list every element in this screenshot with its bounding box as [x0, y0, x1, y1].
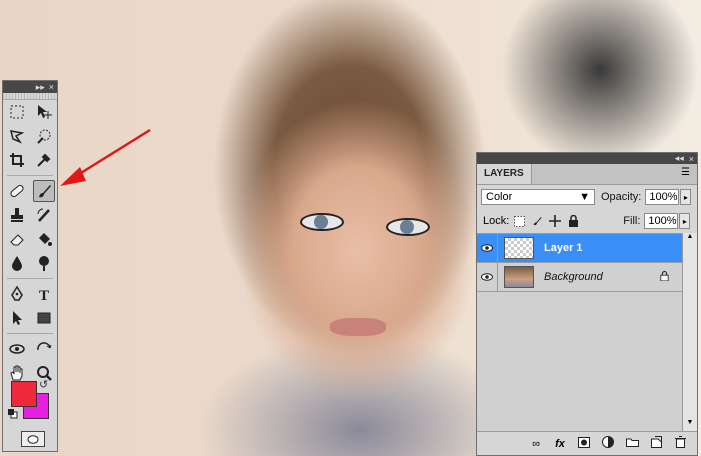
layers-panel: ◂◂ × LAYERS ☰ Color ▼ Opacity: 100% ▸ Lo…	[476, 152, 698, 456]
rectangle-tool-icon[interactable]	[33, 307, 55, 329]
svg-text:T: T	[39, 288, 49, 303]
pen-tool-icon[interactable]	[6, 283, 28, 305]
fill-slider-button[interactable]: ▸	[679, 213, 691, 229]
trash-icon[interactable]	[673, 436, 687, 451]
history-brush-icon[interactable]	[33, 204, 55, 226]
right-eye	[386, 218, 430, 236]
path-selection-icon[interactable]	[6, 307, 28, 329]
fill-input[interactable]: 100%	[644, 213, 679, 229]
crop-tool-icon[interactable]	[6, 149, 28, 171]
clone-stamp-icon[interactable]	[6, 204, 28, 226]
lock-all-icon[interactable]	[567, 215, 579, 227]
eraser-icon[interactable]	[6, 228, 28, 250]
lasso-tool-icon[interactable]	[6, 125, 28, 147]
layer-row[interactable]: Layer 1	[477, 234, 683, 263]
chevron-down-icon: ▼	[579, 191, 590, 203]
layers-bottom-toolbar: ∞ fx	[477, 431, 697, 455]
blend-mode-select[interactable]: Color ▼	[481, 189, 595, 205]
lips	[330, 318, 386, 336]
type-tool-icon[interactable]: T	[33, 283, 55, 305]
lock-pixels-icon[interactable]	[531, 215, 543, 227]
layers-panel-header: ◂◂ ×	[477, 153, 697, 164]
opacity-input[interactable]: 100%	[645, 189, 680, 205]
lock-position-icon[interactable]	[549, 215, 562, 227]
swap-colors-icon[interactable]: ↺	[39, 378, 48, 391]
default-colors-icon[interactable]	[8, 409, 18, 419]
visibility-eye-icon[interactable]	[477, 234, 498, 262]
layer-name[interactable]: Layer 1	[544, 242, 583, 254]
fill-label: Fill:	[623, 215, 641, 227]
close-icon[interactable]: ×	[689, 154, 694, 164]
layer-name[interactable]: Background	[544, 271, 603, 283]
blur-tool-icon[interactable]	[6, 252, 28, 274]
panel-menu-icon[interactable]: ☰	[681, 168, 693, 178]
dodge-tool-icon[interactable]	[33, 252, 55, 274]
3d-orbit-icon[interactable]	[33, 338, 55, 360]
paint-bucket-icon[interactable]	[33, 228, 55, 250]
foreground-color-swatch[interactable]	[11, 381, 37, 407]
layer-row[interactable]: Background	[477, 263, 683, 292]
blend-mode-value: Color	[486, 191, 513, 203]
layer-thumbnail	[504, 237, 534, 259]
link-layers-icon[interactable]: ∞	[529, 438, 543, 450]
marquee-tool-icon[interactable]	[6, 101, 28, 123]
collapse-icon[interactable]: ▸▸	[36, 82, 45, 93]
layer-lock-icon	[660, 270, 669, 284]
fx-icon[interactable]: fx	[553, 438, 567, 450]
opacity-slider-button[interactable]: ▸	[680, 189, 692, 205]
eyedropper-icon[interactable]	[33, 149, 55, 171]
opacity-label: Opacity:	[601, 191, 642, 203]
tab-layers[interactable]: LAYERS	[477, 164, 532, 184]
layers-scrollbar[interactable]: ▲ ▼	[682, 233, 697, 431]
3d-rotate-icon[interactable]	[6, 338, 28, 360]
adjustment-layer-icon[interactable]	[601, 436, 615, 451]
layer-thumbnail	[504, 266, 534, 288]
scroll-down-icon[interactable]: ▼	[683, 419, 697, 431]
scroll-up-icon[interactable]: ▲	[683, 233, 697, 245]
brush-tool-icon[interactable]	[32, 180, 55, 202]
layers-list: Layer 1 Background	[477, 233, 683, 432]
quick-selection-icon[interactable]	[33, 125, 55, 147]
panel-grip[interactable]	[3, 93, 57, 100]
tools-panel-header: ▸▸ ×	[3, 81, 57, 93]
expand-icon[interactable]: ◂◂	[675, 153, 684, 164]
add-mask-icon[interactable]	[577, 436, 591, 451]
left-eye	[300, 213, 344, 231]
lock-label: Lock:	[483, 215, 510, 227]
spot-healing-icon[interactable]	[6, 180, 28, 202]
new-group-icon[interactable]	[625, 437, 639, 450]
visibility-eye-icon[interactable]	[477, 263, 498, 291]
lock-transparency-icon[interactable]	[513, 215, 525, 227]
move-tool-icon[interactable]	[33, 101, 55, 123]
quick-mask-button[interactable]	[21, 431, 45, 447]
tools-panel: ▸▸ × T ↺	[2, 80, 58, 452]
close-icon[interactable]: ×	[49, 82, 54, 92]
quick-mask-icon	[27, 434, 39, 444]
new-layer-icon[interactable]	[649, 436, 663, 451]
